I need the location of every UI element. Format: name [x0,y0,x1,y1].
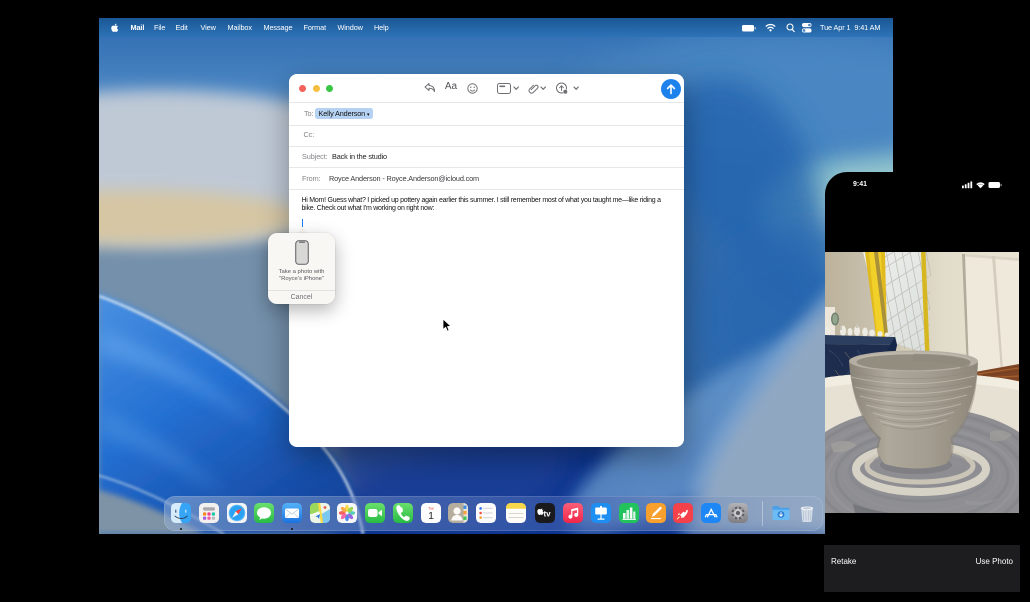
svg-text:tv: tv [543,509,551,518]
svg-text:1: 1 [428,510,434,522]
